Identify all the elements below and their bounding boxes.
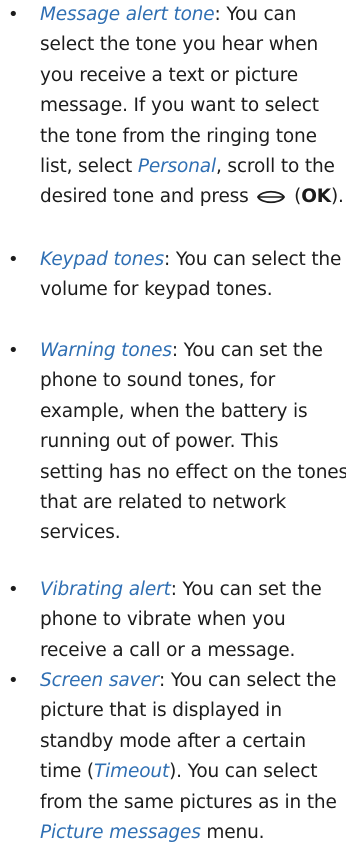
text-line: desired tone and press (OK). (40, 182, 344, 215)
text-line: phone to vibrate when you (40, 605, 286, 635)
bullet-point: • (8, 249, 19, 270)
body-text: : You can select the (164, 249, 342, 270)
text-line: that are related to network (40, 488, 286, 518)
body-text: : You can set the (171, 340, 323, 361)
key-label: OK (301, 186, 331, 208)
body-text: : You can (214, 4, 297, 25)
menu-term: Keypad tones (40, 249, 165, 270)
body-text: , scroll to the (215, 156, 335, 177)
text-line: Vibrating alert: You can set the (40, 575, 322, 605)
text-line: picture that is displayed in (40, 696, 282, 726)
bullet-point: • (8, 340, 19, 361)
body-text: running out of power. This (40, 431, 279, 453)
body-text: ). You can select (169, 761, 318, 783)
menu-term: Timeout (94, 761, 170, 783)
body-text: desired tone and press (40, 186, 255, 208)
text-line: time (Timeout). You can select (40, 757, 318, 787)
body-text: standby mode after a certain (40, 730, 306, 752)
text-line: from the same pictures as in the (40, 788, 337, 818)
menu-term: Personal (137, 156, 216, 177)
body-text: you receive a text or picture (40, 64, 299, 86)
menu-term: Vibrating alert (40, 579, 171, 600)
body-text: message. If you want to select (40, 95, 319, 117)
body-text: the tone from the ringing tone (40, 125, 317, 147)
text-line: running out of power. This (40, 427, 278, 457)
text-line: setting has no effect on the tones (40, 458, 346, 488)
text-line: phone to sound tones, for (40, 366, 275, 396)
body-text: services. (40, 522, 121, 544)
body-text: phone to sound tones, for (40, 370, 276, 392)
text-line: volume for keypad tones. (40, 275, 273, 305)
body-text: example, when the battery is (40, 400, 308, 422)
body-text: list, select (40, 156, 138, 177)
body-text: ). (330, 186, 344, 208)
body-text: picture that is displayed in (40, 700, 282, 722)
text-line: Picture messages menu. (40, 818, 265, 848)
body-text: : You can set the (170, 579, 322, 600)
body-text: receive a call or a message. (40, 639, 296, 661)
body-text: volume for keypad tones. (40, 279, 273, 301)
body-text: menu. (200, 822, 265, 843)
body-text: from the same pictures as in the (40, 791, 337, 813)
body-text: time ( (40, 761, 94, 783)
menu-term: Screen saver (40, 670, 160, 691)
body-text: select the tone you hear when (40, 34, 319, 56)
text-line: Warning tones: You can set the (40, 336, 323, 366)
body-text: ( (288, 186, 302, 208)
menu-term: Warning tones (40, 340, 172, 361)
menu-term: Message alert tone (40, 4, 215, 25)
text-line: message. If you want to select (40, 91, 319, 121)
bullet-point: • (8, 670, 19, 691)
text-line: select the tone you hear when (40, 30, 318, 60)
bullet-point: • (8, 4, 19, 25)
text-line: receive a call or a message. (40, 636, 295, 666)
text-line: standby mode after a certain (40, 727, 306, 757)
body-text: phone to vibrate when you (40, 609, 286, 631)
text-line: example, when the battery is (40, 397, 308, 427)
bullet-point: • (8, 579, 19, 600)
text-line: Keypad tones: You can select the (40, 245, 341, 275)
body-text: : You can select the (159, 670, 337, 691)
selection-key-icon (256, 185, 286, 215)
text-line: list, select Personal, scroll to the (40, 152, 335, 182)
text-line: Message alert tone: You can (40, 0, 296, 30)
text-line: you receive a text or picture (40, 61, 298, 91)
text-line: the tone from the ringing tone (40, 122, 317, 152)
body-text: that are related to network (40, 492, 287, 513)
menu-term: Picture messages (40, 822, 201, 843)
text-line: Screen saver: You can select the (40, 666, 336, 696)
text-line: services. (40, 518, 121, 548)
body-text: setting has no effect on the tones (40, 461, 346, 483)
